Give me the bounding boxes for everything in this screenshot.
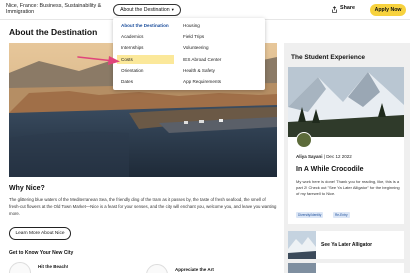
menu-item-field-trips[interactable]: Field Trips [183,34,204,39]
share-icon[interactable] [331,5,338,13]
beach-icon [9,262,31,273]
menu-item-health-safety[interactable]: Health & Safety [183,68,215,73]
dropdown-label: About the Destination [120,6,170,13]
page-title: About the Destination [9,27,98,37]
apply-now-button[interactable]: Apply Now [370,3,406,16]
get-to-know-item[interactable]: Appreciate the Art [175,267,214,272]
post-author: Aliya Sayani [296,154,323,159]
menu-item-ies-abroad-center[interactable]: IES Abroad Center [183,57,221,62]
why-nice-heading: Why Nice? [9,185,45,192]
menu-item-orientation[interactable]: Orientation [121,68,143,73]
post-title[interactable]: In A While Crocodile [296,166,364,173]
chevron-down-icon: ▾ [171,6,174,12]
menu-item-dates[interactable]: Dates [121,79,133,84]
blog-post-thumbnail[interactable] [288,231,316,259]
menu-item-housing[interactable]: Housing [183,23,200,28]
post-excerpt: My work here is done! Thank you for read… [296,179,400,196]
menu-item-academics[interactable]: Academics [121,34,143,39]
post-date: Dec 12 2022 [326,154,352,159]
why-nice-text: The glittering blue waters of the Medite… [9,197,277,216]
menu-item-internships[interactable]: Internships [121,45,143,50]
post2-title[interactable]: See Ya Later Alligator [321,242,372,248]
pointer-arrow-icon [77,56,120,65]
blog-post-image[interactable] [288,67,404,137]
post-tag[interactable]: Re-Entry [333,212,350,218]
author-avatar [296,132,312,148]
menu-item-app-requirements[interactable]: App Requirements [183,79,221,84]
art-icon [146,264,168,273]
program-title: Nice, France: Business, Sustainability &… [6,3,102,16]
get-to-know-heading: Get to Know Your New City [9,250,74,256]
learn-more-button[interactable]: Learn More About Nice [9,227,71,240]
menu-item-volunteering[interactable]: Volunteering [183,45,209,50]
student-experience-heading: The Student Experience [291,54,366,61]
post-tag[interactable]: Diversity/Identity [296,212,324,218]
get-to-know-item[interactable]: Hit the Beach! [38,264,68,269]
menu-item-about-destination[interactable]: About the Destination [121,23,169,28]
blog-post-thumbnail[interactable] [288,263,316,273]
about-destination-dropdown[interactable]: About the Destination ▾ [113,3,181,16]
post-author-line: Aliya Sayani | Dec 12 2022 [296,154,352,159]
share-button[interactable]: Share [340,5,355,11]
